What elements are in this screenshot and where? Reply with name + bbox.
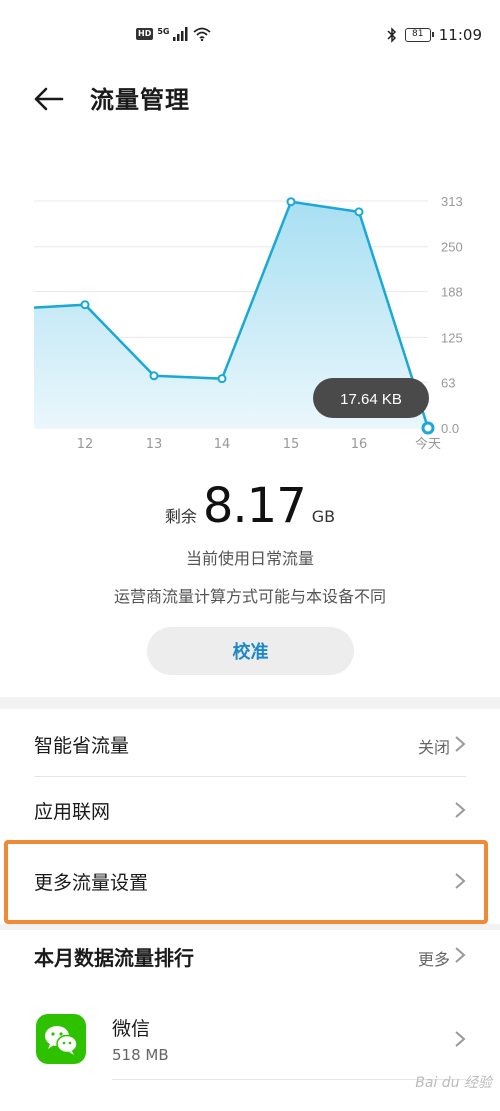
data-point <box>80 300 90 310</box>
y-tick-label: 313 <box>441 194 463 209</box>
list-item-app[interactable]: 微信 518 MB <box>0 1000 500 1080</box>
data-point <box>217 374 227 384</box>
bluetooth-icon <box>387 27 396 43</box>
y-tick-label: 188 <box>441 285 463 300</box>
wifi-icon <box>193 27 212 41</box>
section-divider <box>0 924 500 930</box>
y-tick-label: 63 <box>441 375 455 390</box>
app-name: 微信 <box>112 1018 151 1040</box>
row-more-settings[interactable]: 更多流量设置 <box>0 848 500 914</box>
x-tick-label: 13 <box>146 437 163 452</box>
arrow-left-icon[interactable] <box>32 82 66 116</box>
remain-unit: GB <box>311 507 336 526</box>
chevron-right-icon <box>455 873 466 889</box>
usage-chart-svg: 313 250 188 125 63 0.0 12 13 14 15 16 今天 17.64 KB <box>33 194 463 452</box>
row-label: 智能省流量 <box>34 735 130 757</box>
tooltip: 17.64 KB <box>313 378 429 418</box>
x-tick-label: 16 <box>351 437 368 452</box>
x-tick-label: 14 <box>214 437 231 452</box>
carrier-note-text: 运营商流量计算方式可能与本设备不同 <box>113 587 386 606</box>
hd-badge: HD <box>136 28 154 40</box>
y-tick-label: 125 <box>441 330 463 345</box>
status-right: 81 11:09 <box>387 26 482 44</box>
row-value: 关闭 <box>417 738 450 757</box>
page-title: 流量管理 <box>90 86 190 114</box>
remaining-summary: 剩余 8.17 GB <box>0 478 500 534</box>
chevron-right-icon[interactable] <box>454 946 466 964</box>
chevron-right-icon <box>455 1031 466 1047</box>
status-left: HD 5G <box>136 27 212 41</box>
usage-chart: 313 250 188 125 63 0.0 12 13 14 15 16 今天 17.64 KB <box>0 180 500 460</box>
calibrate-button[interactable]: 校准 <box>147 627 354 675</box>
remain-value: 8.17 <box>202 478 307 534</box>
network-type: 5G <box>157 27 170 36</box>
ranking-title: 本月数据流量排行 <box>34 946 194 970</box>
x-tick-label: 15 <box>283 437 300 452</box>
row-label: 更多流量设置 <box>34 872 149 894</box>
data-point <box>354 207 364 217</box>
x-tick-label: 12 <box>77 437 94 452</box>
wechat-icon <box>36 1014 86 1064</box>
data-point[interactable] <box>421 421 435 435</box>
clock: 11:09 <box>438 26 482 44</box>
tooltip-text: 17.64 KB <box>340 391 402 408</box>
row-label: 应用联网 <box>34 801 111 823</box>
remain-label: 剩余 <box>164 507 197 526</box>
signal-icon <box>173 27 188 41</box>
chevron-right-icon <box>455 736 466 752</box>
section-divider <box>0 697 500 709</box>
data-point <box>286 197 296 207</box>
x-tick-label: 今天 <box>415 436 441 452</box>
row-divider <box>112 1079 466 1080</box>
usage-mode-text: 当前使用日常流量 <box>185 549 314 568</box>
battery-icon: 81 <box>404 28 434 42</box>
watermark: Bai du 经验 <box>415 1075 492 1091</box>
ranking-more-link[interactable]: 更多 <box>418 946 450 970</box>
data-point <box>149 371 159 381</box>
status-bar: HD 5G 81 11:09 <box>0 0 500 72</box>
app-bar: 流量管理 <box>0 72 500 126</box>
chevron-right-icon <box>455 802 466 818</box>
y-tick-label: 250 <box>441 240 463 255</box>
row-smart-saver[interactable]: 智能省流量 关闭 <box>0 711 500 777</box>
y-tick-label: 0.0 <box>441 421 459 436</box>
app-usage: 518 MB <box>112 1046 169 1064</box>
row-app-networking[interactable]: 应用联网 <box>0 777 500 843</box>
